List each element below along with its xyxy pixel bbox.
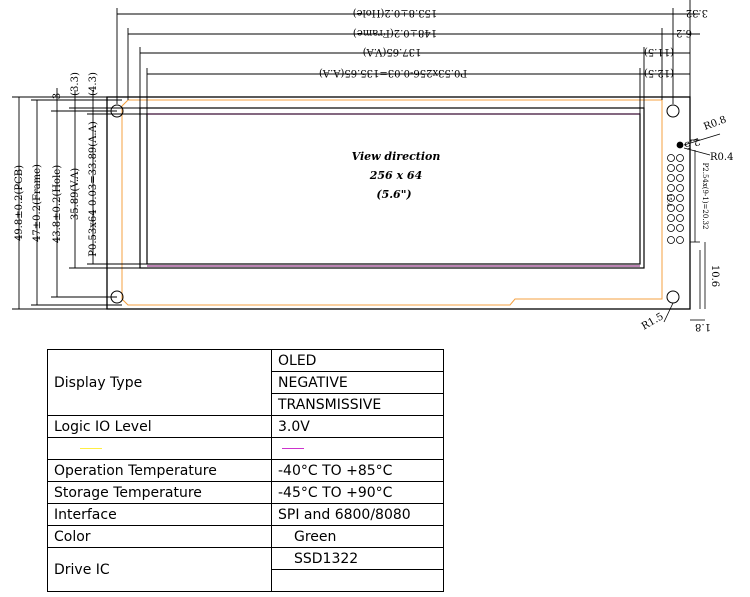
mounting-hole — [666, 290, 680, 304]
spec-value: NEGATIVE — [271, 371, 444, 394]
magenta-swatch — [282, 448, 304, 449]
table-row — [47, 437, 444, 460]
dim-aa-width: P0.53x256-0.03=135.65(A.A) — [319, 67, 467, 78]
table-row: Drive IC SSD1322 — [47, 547, 444, 592]
dim-r08: R0.8 — [702, 114, 728, 132]
table-row: Logic IO Level 3.0V — [47, 415, 444, 438]
diagonal-size-label: (5.6") — [376, 188, 411, 201]
yellow-swatch — [80, 448, 102, 449]
dim-r15: R1.5 — [640, 311, 666, 332]
resolution-label: 256 x 64 — [369, 169, 423, 182]
spec-table: Display Type OLED NEGATIVE TRANSMISSIVE … — [47, 349, 444, 592]
spec-label: Logic IO Level — [47, 415, 272, 438]
spec-value — [271, 569, 444, 592]
spec-label: Storage Temperature — [47, 481, 272, 504]
spec-label: Interface — [47, 503, 272, 526]
spec-label: Color — [47, 525, 272, 548]
spec-value: -40°C TO +85°C — [271, 459, 444, 482]
dim-106: 10.6 — [709, 265, 720, 287]
table-row: Color Green — [47, 525, 444, 548]
dim-frame-width: 148±0.2(Frame) — [353, 27, 437, 38]
spec-value: OLED — [271, 349, 444, 372]
dim-right-332: 3.32 — [686, 7, 708, 18]
dim-va-width: 137.65(V.A) — [363, 46, 422, 57]
spec-label: Display Type — [47, 349, 272, 416]
dim-left-33: (3.3) — [70, 72, 81, 96]
dim-aa-height: P0.53x64-0.03=33.89(A.A) — [88, 121, 99, 257]
dim-right-125: (12.5) — [644, 67, 674, 78]
mounting-hole — [666, 104, 680, 118]
dim-right-115: (11.5) — [644, 46, 674, 57]
spec-value: Green — [271, 525, 444, 548]
dim-right-62: 6.2 — [676, 27, 692, 38]
dim-frame-height: 47±0.2(Frame) — [32, 164, 43, 242]
table-row: Operation Temperature -40°C TO +85°C — [47, 459, 444, 482]
dim-r04: R0.4 — [710, 152, 733, 163]
spec-value: -45°C TO +90°C — [271, 481, 444, 504]
spec-label: Drive IC — [47, 547, 272, 592]
mechanical-drawing: 153.8±0.2(Hole) 148±0.2(Frame) 137.65(V.… — [12, 0, 733, 332]
frame-outline — [121, 99, 663, 306]
dim-154: 15.4 — [665, 193, 672, 207]
pcb-outline — [106, 96, 691, 310]
spec-label: Operation Temperature — [47, 459, 272, 482]
dim-pitch: P2.54x(9-1)=20.32 — [701, 163, 709, 230]
spec-label-blank — [47, 437, 272, 460]
dim-va-height: 35.89(V.A) — [70, 168, 81, 220]
dim-left-3: 3 — [52, 93, 63, 99]
dim-hole-width: 153.8±0.2(Hole) — [353, 7, 438, 18]
spec-value: TRANSMISSIVE — [271, 393, 444, 416]
spec-value: SPI and 6800/8080 — [271, 503, 444, 526]
spec-value: SSD1322 — [271, 547, 444, 570]
dim-18: 1.8 — [695, 321, 711, 332]
dim-pcb-height: 49.8±0.2(PCB) — [14, 165, 25, 241]
spec-value-blank — [271, 437, 444, 460]
spec-value: 3.0V — [271, 415, 444, 438]
table-row: Display Type OLED — [47, 349, 444, 416]
dim-left-43: (4.3) — [88, 72, 99, 96]
table-row: Interface SPI and 6800/8080 — [47, 503, 444, 526]
table-row: Storage Temperature -45°C TO +90°C — [47, 481, 444, 504]
view-direction-label: View direction — [352, 150, 441, 163]
dim-hole-height: 43.8±0.2(Hole) — [52, 165, 63, 243]
